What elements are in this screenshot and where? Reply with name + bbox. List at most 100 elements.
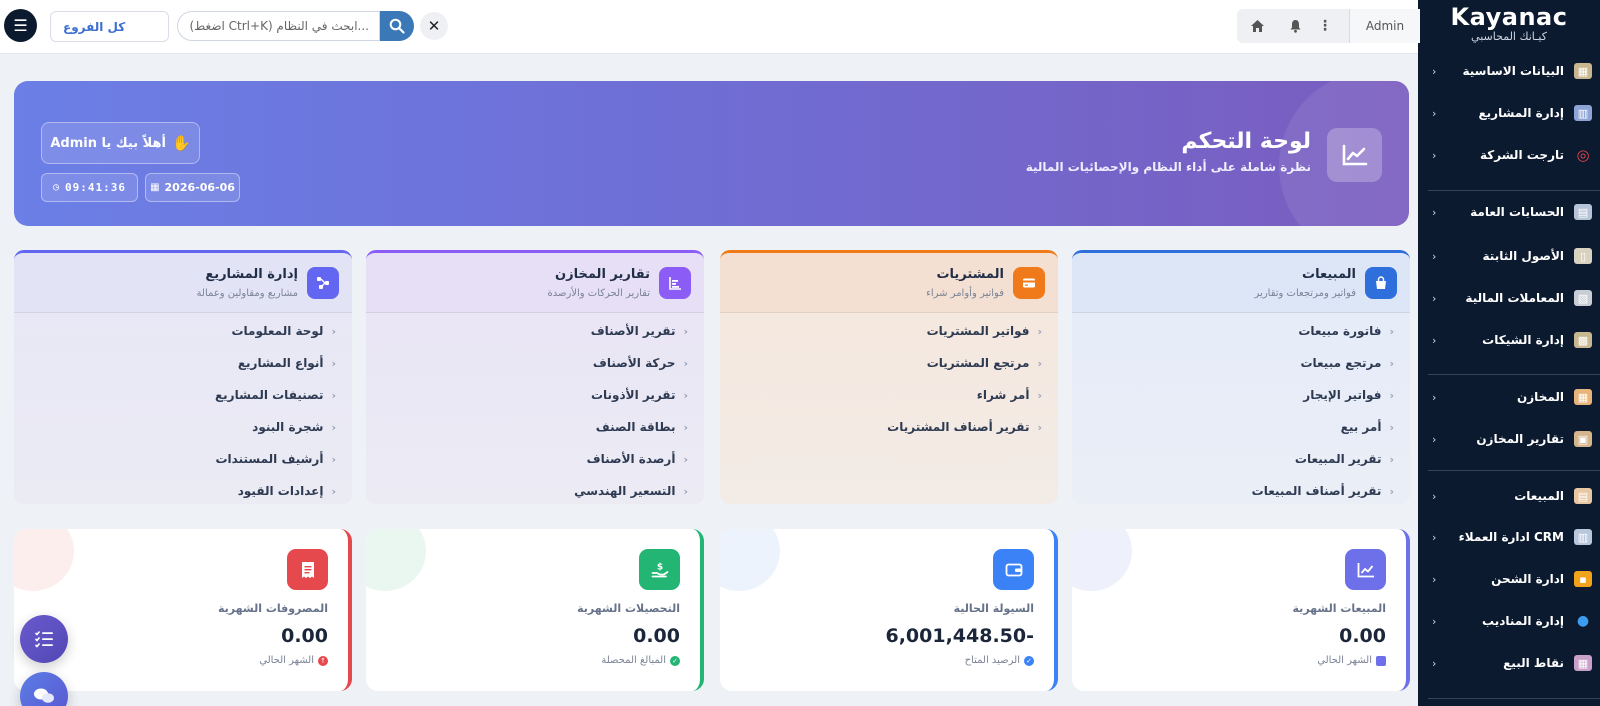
svg-text:$: $	[656, 562, 662, 572]
search-input[interactable]	[177, 11, 380, 41]
page-subtitle: نظرة شاملة على أداء النظام والإحصائيات ا…	[1025, 160, 1311, 174]
card-title: إدارة المشاريع	[205, 267, 298, 282]
search-icon	[389, 18, 405, 34]
module-link[interactable]: ‹ أمر شراء	[742, 379, 1042, 411]
module-link-label: حركة الأصناف	[592, 356, 676, 370]
sidebar-item-sales[interactable]: ▤ المبيعات ‹	[1418, 481, 1600, 511]
date-badge: ▦ 2026-06-06	[145, 173, 240, 202]
chevron-left-icon: ‹	[1389, 484, 1394, 498]
stat-label: المصروفات الشهرية	[217, 602, 328, 615]
module-link[interactable]: ‹ فواتير الإيجار	[1094, 379, 1394, 411]
module-link[interactable]: ‹ تقرير الأذونات	[388, 379, 688, 411]
chevron-left-icon: ‹	[1432, 106, 1437, 120]
divider	[1428, 698, 1600, 699]
date-text: 2026-06-06	[164, 181, 235, 194]
module-link[interactable]: ‹ تصنيفات المشاريع	[36, 379, 336, 411]
module-link[interactable]: ‹ شجرة البنود	[36, 411, 336, 443]
module-link[interactable]: ‹ أرصدة الأصناف	[388, 443, 688, 475]
user-menu[interactable]: Admin	[1349, 9, 1420, 43]
chart-line-icon	[1345, 549, 1386, 590]
module-link[interactable]: ‹ بطاقة الصنف	[388, 411, 688, 443]
home-icon[interactable]	[1242, 9, 1272, 43]
stat-note-text: الرصيد المتاح	[964, 655, 1020, 666]
search-button[interactable]	[380, 11, 414, 41]
module-link[interactable]: ‹ أرشيف المستندات	[36, 443, 336, 475]
module-link[interactable]: ‹ فاتورة مبيعات	[1094, 315, 1394, 347]
card-subtitle: فواتير وأوامر شراء	[926, 288, 1004, 299]
sidebar-item-projects[interactable]: ▥ إدارة المشاريع ‹	[1418, 98, 1600, 128]
module-link[interactable]: ‹ إعدادات القيود	[36, 475, 336, 504]
module-link-label: تقرير الأصناف	[590, 324, 676, 338]
module-link[interactable]: ‹ حركة الأصناف	[388, 347, 688, 379]
chevron-left-icon: ‹	[683, 356, 688, 370]
sidebar-item-pos[interactable]: ▦ نقاط البيع ‹	[1418, 648, 1600, 678]
topbar-actions: ⋮ Admin	[1237, 9, 1420, 43]
decorative-circle	[366, 529, 426, 591]
module-link[interactable]: ‹ تقرير أصناف المشتريات	[742, 411, 1042, 443]
card-title: المبيعات	[1302, 267, 1356, 282]
close-icon[interactable]: ✕	[420, 12, 448, 40]
module-link[interactable]: ‹ تقرير أصناف المبيعات	[1094, 475, 1394, 504]
sidebar-item-warehouses[interactable]: ▦ المخازن ‹	[1418, 382, 1600, 412]
module-link[interactable]: ‹ تقرير الأصناف	[388, 315, 688, 347]
sidebar-item-warehouse-reports[interactable]: ▣ تقارير المخازن ‹	[1418, 424, 1600, 454]
stat-note-text: الشهر الحالي	[259, 655, 314, 666]
sidebar-item-financial-transactions[interactable]: ▧ المعاملات المالية ‹	[1418, 283, 1600, 313]
module-link-label: تقرير المبيعات	[1294, 452, 1382, 466]
sidebar-item-label: إدارة المشاريع	[1478, 106, 1564, 120]
task-list-fab[interactable]	[20, 615, 68, 663]
chevron-left-icon: ‹	[1432, 390, 1437, 404]
welcome-badge: ✋ أهلاً بيك يا Admin	[41, 122, 200, 164]
module-link[interactable]: ‹ تقرير المبيعات	[1094, 443, 1394, 475]
user-name: Admin	[1365, 19, 1405, 33]
module-link[interactable]: ‹ أنواع المشاريع	[36, 347, 336, 379]
module-link[interactable]: ‹ أمر بيع	[1094, 411, 1394, 443]
module-links: ‹ لوحة المعلومات ‹ أنواع المشاريع ‹ تصنيفات…	[36, 315, 336, 504]
check-circle-icon: ✓	[670, 655, 680, 666]
project-diagram-icon	[307, 267, 339, 299]
sidebar-item-agents[interactable]: ● إدارة المناديب ‹	[1418, 606, 1600, 636]
time-text: 09:41:36	[65, 181, 126, 194]
shopping-bag-icon	[1365, 267, 1397, 299]
pos-icon: ▦	[1574, 655, 1592, 671]
module-link[interactable]: ‹ التسعير الهندسي	[388, 475, 688, 504]
chevron-left-icon: ‹	[683, 324, 688, 338]
chevron-left-icon: ‹	[1432, 572, 1437, 586]
task-list-icon	[34, 630, 53, 648]
sidebar-item-shipping[interactable]: ▪ ادارة الشحن ‹	[1418, 564, 1600, 594]
sidebar-item-target[interactable]: ◎ تارجت الشركة ‹	[1418, 140, 1600, 170]
module-link[interactable]: ‹ فواتير المشتريات	[742, 315, 1042, 347]
bell-icon[interactable]	[1280, 9, 1310, 43]
chevron-left-icon: ‹	[1389, 420, 1394, 434]
module-links: ‹ فاتورة مبيعات ‹ مرتجع مبيعات ‹ فواتير الإ…	[1094, 315, 1394, 504]
module-link[interactable]: ‹ مرتجع مبيعات	[1094, 347, 1394, 379]
chevron-left-icon: ‹	[1389, 356, 1394, 370]
stat-value: 6,001,448.50-	[885, 625, 1034, 647]
module-link[interactable]: ‹ لوحة المعلومات	[36, 315, 336, 347]
sidebar-item-fixed-assets[interactable]: ▯ الأصول الثابتة ‹	[1418, 241, 1600, 271]
chevron-left-icon: ‹	[331, 324, 336, 338]
chevron-left-icon: ‹	[683, 484, 688, 498]
sidebar-item-crm[interactable]: ▥ CRM ادارة العملاء ‹	[1418, 522, 1600, 552]
sidebar: Kayanac كيـانك المحاسبي ▦ البيانات الاسا…	[1418, 0, 1600, 706]
module-link-label: تقرير أصناف المبيعات	[1251, 484, 1382, 498]
sidebar-item-label: إدارة الشيكات	[1482, 333, 1564, 347]
module-link-label: فاتورة مبيعات	[1298, 324, 1382, 338]
sidebar-item-cheques[interactable]: ▩ إدارة الشيكات ‹	[1418, 325, 1600, 355]
hand-money-icon: $	[639, 549, 680, 590]
sidebar-item-label: الأصول الثابتة	[1482, 249, 1564, 263]
receipt-icon	[287, 549, 328, 590]
branch-selector[interactable]: كل الفروع	[50, 11, 169, 42]
hamburger-menu-icon[interactable]: ☰	[4, 9, 37, 42]
sidebar-item-general-accounts[interactable]: ▤ الحسابات العامة ‹	[1418, 197, 1600, 227]
calendar-icon	[1376, 655, 1386, 666]
brand-logo[interactable]: Kayanac كيـانك المحاسبي	[1418, 0, 1600, 50]
clock-icon: ◷	[52, 182, 61, 193]
more-vertical-icon[interactable]: ⋮	[1310, 9, 1340, 43]
monthly-sales-stat-card: المبيعات الشهرية 0.00 الشهر الحالي	[1072, 529, 1410, 691]
module-link-label: أمر شراء	[976, 388, 1030, 402]
sidebar-item-basic-data[interactable]: ▦ البيانات الاساسية ‹	[1418, 56, 1600, 86]
warehouse-icon: ▦	[1574, 389, 1592, 405]
module-link[interactable]: ‹ مرتجع المشتريات	[742, 347, 1042, 379]
card-header: تقارير المخازن تقارير الحركات والأرصدة	[366, 253, 704, 313]
